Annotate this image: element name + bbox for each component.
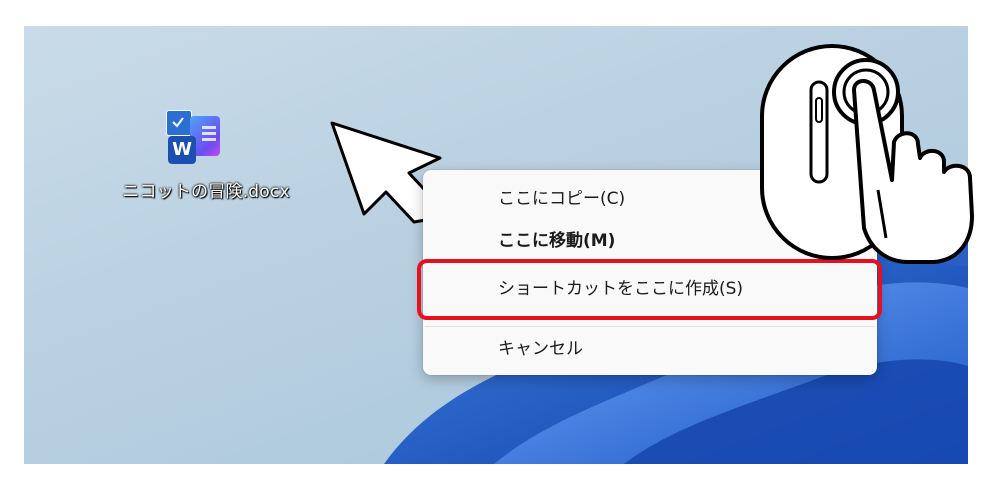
highlight-annotation (417, 259, 882, 320)
file-name-label: ニコットの冒険.docx (122, 182, 290, 202)
selection-checkbox[interactable] (166, 110, 192, 136)
menu-item-cancel[interactable]: キャンセル (423, 330, 877, 368)
word-badge-icon: W (168, 136, 196, 164)
mouse-right-click-icon (760, 44, 974, 264)
menu-separator (425, 326, 875, 327)
desktop-file-item[interactable]: W ニコットの冒険.docx (106, 110, 306, 220)
